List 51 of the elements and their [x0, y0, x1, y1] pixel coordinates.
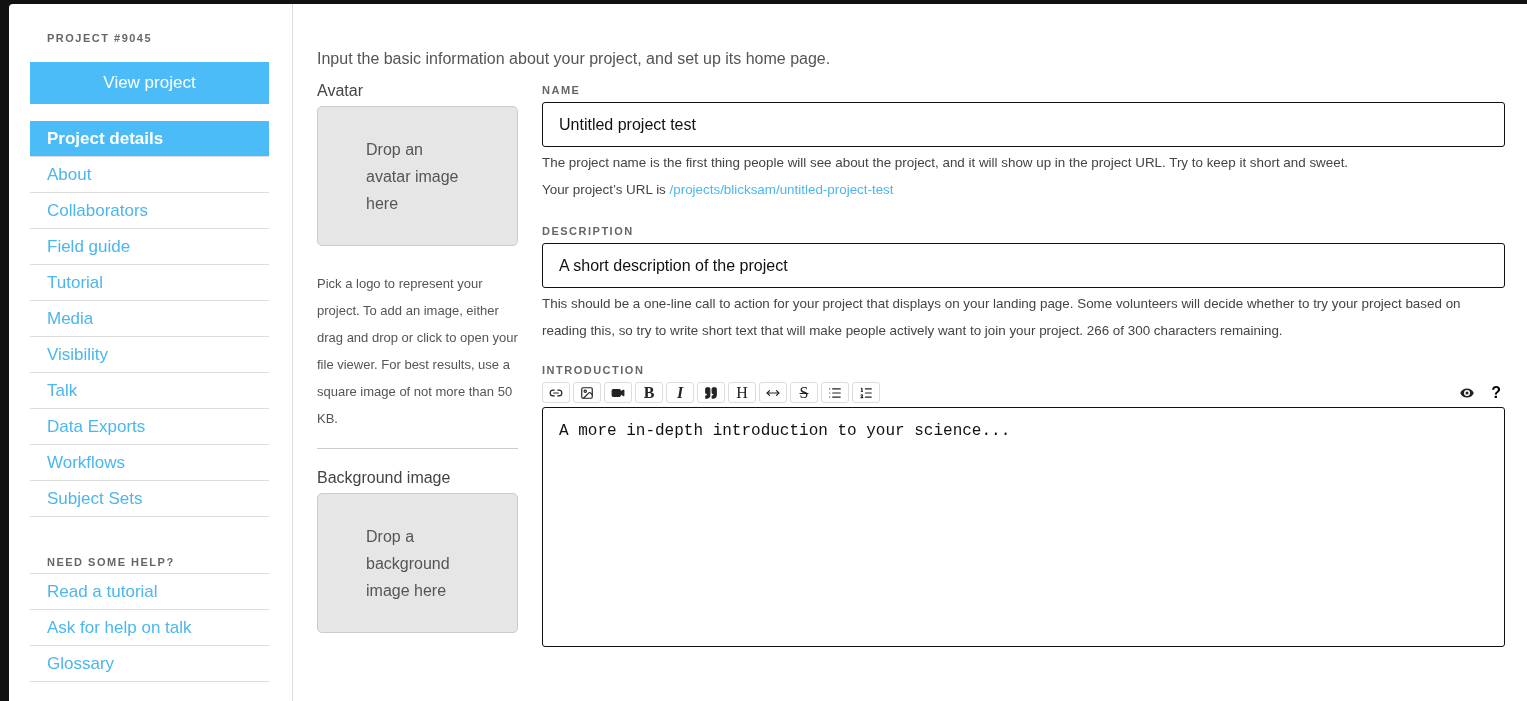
background-drop-zone[interactable]: Drop a background image here [317, 493, 518, 633]
project-url-link[interactable]: /projects/blicksam/untitled-project-test [669, 182, 894, 197]
url-text: Your project’s URL is /projects/blicksam/untitled-project-test [542, 181, 895, 199]
sidebar-item[interactable]: Collaborators [30, 193, 269, 229]
sidebar-item[interactable]: Data Exports [30, 409, 269, 445]
view-project-button[interactable]: View project [30, 62, 269, 104]
sidebar-item[interactable]: Tutorial [30, 265, 269, 301]
link-button[interactable] [542, 382, 570, 403]
introduction-label: INTRODUCTION [542, 364, 646, 376]
intro-text: Input the basic information about your project, and set up its home page. [317, 50, 832, 68]
help-heading: NEED SOME HELP? [46, 556, 176, 568]
help-link[interactable]: Ask for help on talk [30, 610, 269, 646]
introduction-field[interactable]: A more in-depth introduction to your science... [542, 407, 1505, 647]
bold-button[interactable]: B [635, 382, 663, 403]
help-button[interactable]: ? [1479, 383, 1505, 402]
sidebar-item[interactable]: Media [30, 301, 269, 337]
image-button[interactable] [573, 382, 601, 403]
sidebar-item[interactable]: Subject Sets [30, 481, 269, 517]
background-label: Background image [317, 469, 452, 487]
help-link[interactable]: Glossary [30, 646, 269, 682]
project-number: PROJECT #9045 [46, 32, 154, 44]
description-label: DESCRIPTION [542, 225, 635, 237]
rule-button[interactable] [759, 382, 787, 403]
bullets-button[interactable] [821, 382, 849, 403]
numbers-button[interactable] [852, 382, 880, 403]
help-link[interactable]: Read a tutorial [30, 573, 269, 610]
sidebar-item[interactable]: Project details [30, 121, 269, 157]
list-icon [828, 385, 842, 400]
avatar-help-text: Pick a logo to represent your project. To add an image, either drag and drop or click to open your file viewer. For best results, use a square image of not more than 50 KB. [317, 275, 518, 428]
strike-button[interactable]: S [790, 382, 818, 403]
image-icon [580, 385, 594, 400]
drop-text: Drop an avatar image here [366, 139, 460, 214]
sidebar-item[interactable]: About [30, 157, 269, 193]
description-hint: This should be a one-line call to action for your project that displays on your landing page. Some volunteers will decide whether to try your project based on reading this, so try to write short text that will make people actively want to join your project. 266 of 300 characters remaining. [542, 295, 1462, 340]
quote-button[interactable] [697, 382, 725, 403]
name-label: NAME [542, 84, 582, 96]
heading-button[interactable]: H [728, 382, 756, 403]
name-hint: The project name is the first thing people will see about the project, and it will show up in the project URL. Try to keep it short and sweet. [542, 154, 1350, 172]
sidebar-item[interactable]: Talk [30, 373, 269, 409]
sidebar-item[interactable]: Visibility [30, 337, 269, 373]
description-field[interactable]: A short description of the project [542, 243, 1505, 288]
quote-icon [704, 385, 718, 400]
sidebar-item[interactable]: Field guide [30, 229, 269, 265]
drop-text: Drop a background image here [366, 526, 451, 601]
avatar-drop-zone[interactable]: Drop an avatar image here [317, 106, 518, 246]
sidebar-item[interactable]: Workflows [30, 445, 269, 481]
italic-button[interactable]: I [666, 382, 694, 403]
name-field[interactable]: Untitled project test [542, 102, 1505, 147]
video-button[interactable] [604, 382, 632, 403]
numbered-list-icon [859, 385, 873, 400]
avatar-label: Avatar [317, 82, 364, 100]
